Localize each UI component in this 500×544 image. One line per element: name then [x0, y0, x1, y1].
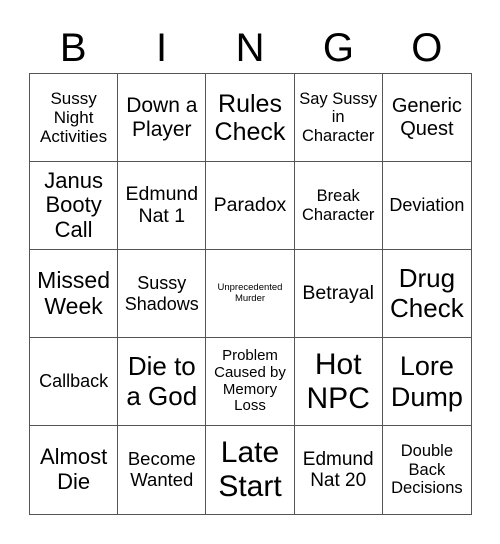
- bingo-cell[interactable]: Sussy Night Activities: [30, 74, 119, 162]
- bingo-cell[interactable]: Drug Check: [382, 250, 471, 338]
- bingo-cell[interactable]: Missed Week: [30, 250, 119, 338]
- bingo-cell[interactable]: Janus Booty Call: [30, 162, 119, 250]
- header-letter-i: I: [156, 26, 168, 70]
- bingo-cell[interactable]: Break Character: [294, 162, 383, 250]
- bingo-cell[interactable]: Almost Die: [30, 426, 119, 514]
- header-letter-n: N: [235, 26, 265, 70]
- bingo-cell[interactable]: Problem Caused by Memory Loss: [206, 338, 295, 426]
- bingo-header: B I N G O: [29, 22, 471, 74]
- bingo-cell[interactable]: Generic Quest: [382, 74, 471, 162]
- bingo-grid: Sussy Night Activities Down a Player Rul…: [29, 73, 472, 515]
- bingo-cell[interactable]: Deviation: [382, 162, 471, 250]
- bingo-cell[interactable]: Say Sussy in Character: [294, 74, 383, 162]
- bingo-cell[interactable]: Lore Dump: [382, 338, 471, 426]
- bingo-cell[interactable]: Edmund Nat 20: [295, 426, 383, 514]
- bingo-cell[interactable]: Sussy Shadows: [118, 250, 207, 338]
- bingo-cell[interactable]: Die to a God: [118, 338, 207, 426]
- bingo-cell[interactable]: Late Start: [206, 426, 295, 514]
- header-letter-b: B: [59, 26, 87, 70]
- bingo-cell[interactable]: Callback: [30, 338, 119, 426]
- bingo-cell[interactable]: Paradox: [206, 162, 295, 250]
- header-letter-o: O: [411, 26, 443, 70]
- bingo-cell[interactable]: Edmund Nat 1: [118, 162, 207, 250]
- header-letter-g: G: [322, 26, 354, 70]
- bingo-cell[interactable]: Double Back Decisions: [383, 426, 471, 514]
- bingo-cell[interactable]: Hot NPC: [294, 338, 383, 426]
- bingo-cell[interactable]: Betrayal: [294, 250, 383, 338]
- bingo-cell[interactable]: Become Wanted: [118, 426, 207, 514]
- bingo-cell[interactable]: Rules Check: [206, 74, 295, 162]
- bingo-cell[interactable]: Unprecedented Murder: [206, 250, 295, 338]
- bingo-cell[interactable]: Down a Player: [118, 74, 207, 162]
